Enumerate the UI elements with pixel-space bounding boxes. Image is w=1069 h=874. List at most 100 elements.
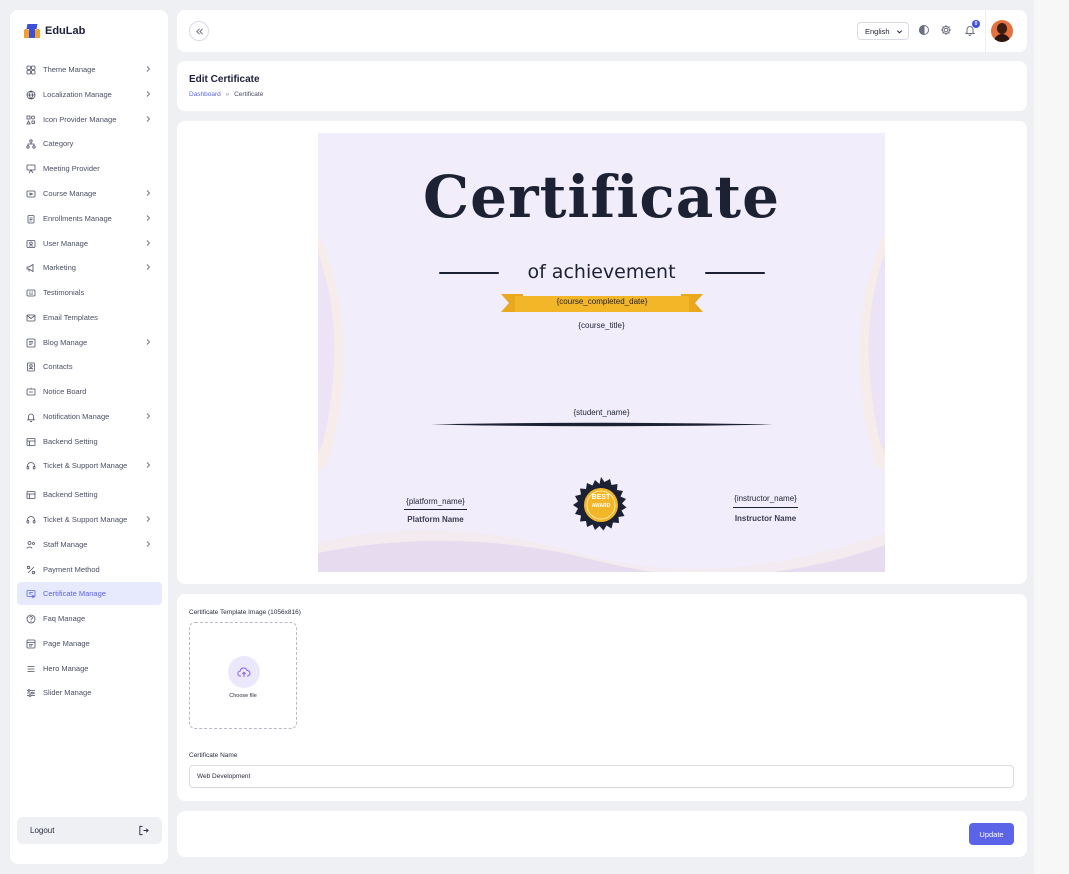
template-image-dropzone[interactable]: Choose file (189, 622, 297, 729)
instructor-name-placeholder: {instructor_name} (734, 494, 797, 503)
contact-icon (26, 362, 36, 372)
chevron-right-icon (146, 91, 151, 97)
platform-name-placeholder: {platform_name} (406, 497, 465, 506)
mail-icon (26, 313, 36, 323)
certificate-preview: Certificate of achievement {course_compl… (318, 133, 885, 572)
sidebar-item-label: Hero Manage (43, 664, 89, 673)
brand-logo[interactable]: EduLab (24, 24, 85, 38)
settings-panel-icon (26, 437, 36, 447)
sidebar-item-backend-setting[interactable]: Backend Setting (17, 430, 162, 453)
student-name-line (431, 422, 773, 427)
update-button[interactable]: Update (969, 823, 1014, 845)
megaphone-icon (26, 263, 36, 273)
sidebar-item-category[interactable]: Category (17, 132, 162, 155)
course-title-placeholder: {course_title} (578, 321, 625, 330)
certificate-name-input[interactable]: Web Development (189, 765, 1014, 788)
chevron-right-icon (146, 541, 151, 547)
sidebar-item-payment-method[interactable]: Payment Method (17, 558, 162, 581)
sidebar-item-label: Course Manage (43, 189, 97, 198)
sidebar-item-label: Email Templates (43, 313, 98, 322)
sidebar-item-label: User Manage (43, 239, 89, 248)
certificate-form: Certificate Template Image (1056x816) Ch… (177, 594, 1027, 801)
sidebar-item-label: Category (43, 139, 74, 148)
sidebar-item-label: Localization Manage (43, 90, 112, 99)
sidebar-item-enrollments-manage[interactable]: Enrollments Manage (17, 207, 162, 230)
certificate-icon (26, 589, 36, 599)
sidebar-item-email-templates[interactable]: Email Templates (17, 306, 162, 329)
sidebar-item-staff-manage[interactable]: Staff Manage (17, 533, 162, 556)
blog-icon (26, 338, 36, 348)
certificate-heading: Certificate (422, 163, 781, 231)
sidebar-item-meeting-provider[interactable]: Meeting Provider (17, 157, 162, 180)
choose-file-label: Choose file (229, 693, 257, 699)
chevron-right-icon (146, 116, 151, 122)
topbar: English 0 (177, 10, 1027, 52)
video-icon (26, 189, 36, 199)
form-actions: Update (177, 811, 1027, 857)
sidebar-item-label: Enrollments Manage (43, 214, 112, 223)
language-select[interactable]: English (857, 22, 909, 40)
platform-signature-line (404, 509, 467, 510)
course-completed-date: {course_completed_date} (556, 297, 648, 306)
certificate-name-label: Certificate Name (189, 752, 238, 759)
menu-lines-icon (26, 664, 36, 674)
chevron-right-icon (146, 264, 151, 270)
breadcrumb-separator: » (225, 91, 230, 98)
settings-panel-icon (26, 490, 36, 500)
sidebar-item-ticket-support-manage[interactable]: Ticket & Support Manage (17, 454, 162, 477)
sidebar-item-blog-manage[interactable]: Blog Manage (17, 331, 162, 354)
sidebar-item-localization-manage[interactable]: Localization Manage (17, 83, 162, 106)
staff-icon (26, 540, 36, 550)
sidebar-item-faq-manage[interactable]: Faq Manage (17, 607, 162, 630)
gear-icon[interactable] (940, 24, 952, 36)
language-value: English (865, 26, 890, 36)
sidebar-item-backend-setting[interactable]: Backend Setting (17, 483, 162, 506)
instructor-signature-line (733, 507, 798, 508)
sidebar-item-theme-manage[interactable]: Theme Manage (17, 58, 162, 81)
sidebar-item-hero-manage[interactable]: Hero Manage (17, 657, 162, 680)
sidebar-item-notice-board[interactable]: Notice Board (17, 380, 162, 403)
globe-icon (26, 90, 36, 100)
sidebar-item-certificate-manage[interactable]: Certificate Manage (17, 582, 162, 605)
sidebar-item-label: Ticket & Support Manage (43, 461, 128, 470)
sidebar-item-contacts[interactable]: Contacts (17, 355, 162, 378)
chevron-right-icon (146, 215, 151, 221)
sidebar-item-label: Ticket & Support Manage (43, 515, 128, 524)
sidebar-item-label: Notification Manage (43, 412, 110, 421)
meeting-icon (26, 164, 36, 174)
collapse-sidebar-button[interactable] (189, 21, 209, 41)
sidebar-item-ticket-support-manage[interactable]: Ticket & Support Manage (17, 508, 162, 531)
quote-icon (26, 288, 36, 298)
chevron-right-icon (146, 516, 151, 522)
sidebar-item-marketing[interactable]: Marketing (17, 256, 162, 279)
sidebar-item-label: Blog Manage (43, 338, 88, 347)
user-card-icon (26, 239, 36, 249)
sidebar-item-testimonials[interactable]: Testimonials (17, 281, 162, 304)
clipboard-icon (26, 214, 36, 224)
sidebar-item-slider-manage[interactable]: Slider Manage (17, 681, 162, 704)
sidebar-item-label: Icon Provider Manage (43, 115, 117, 124)
sidebar-item-notification-manage[interactable]: Notification Manage (17, 405, 162, 428)
logout-button[interactable]: Logout (17, 817, 162, 844)
sidebar-item-user-manage[interactable]: User Manage (17, 232, 162, 255)
student-name-placeholder: {student_name} (573, 408, 630, 417)
sidebar-item-course-manage[interactable]: Course Manage (17, 182, 162, 205)
cloud-upload-icon (228, 656, 260, 688)
scrollbar-gutter (1034, 0, 1069, 874)
theme-toggle-icon[interactable] (918, 24, 930, 36)
grid-icon (26, 65, 36, 75)
breadcrumb-dashboard-link[interactable]: Dashboard (189, 91, 221, 98)
avatar[interactable] (991, 20, 1013, 42)
certificate-preview-card: Certificate of achievement {course_compl… (177, 121, 1027, 584)
sidebar-item-label: Slider Manage (43, 688, 92, 697)
topbar-divider (985, 10, 986, 52)
seal-label: BEST AWARD (573, 494, 629, 510)
subtitle-line-right (705, 272, 765, 274)
sidebar-item-label: Page Manage (43, 639, 90, 648)
sidebar-item-icon-provider-manage[interactable]: Icon Provider Manage (17, 108, 162, 131)
breadcrumb: Dashboard » Certificate (189, 91, 263, 98)
chevron-right-icon (146, 462, 151, 468)
chevron-right-icon (146, 413, 151, 419)
sidebar-item-page-manage[interactable]: Page Manage (17, 632, 162, 655)
sidebar-item-label: Certificate Manage (43, 589, 106, 598)
